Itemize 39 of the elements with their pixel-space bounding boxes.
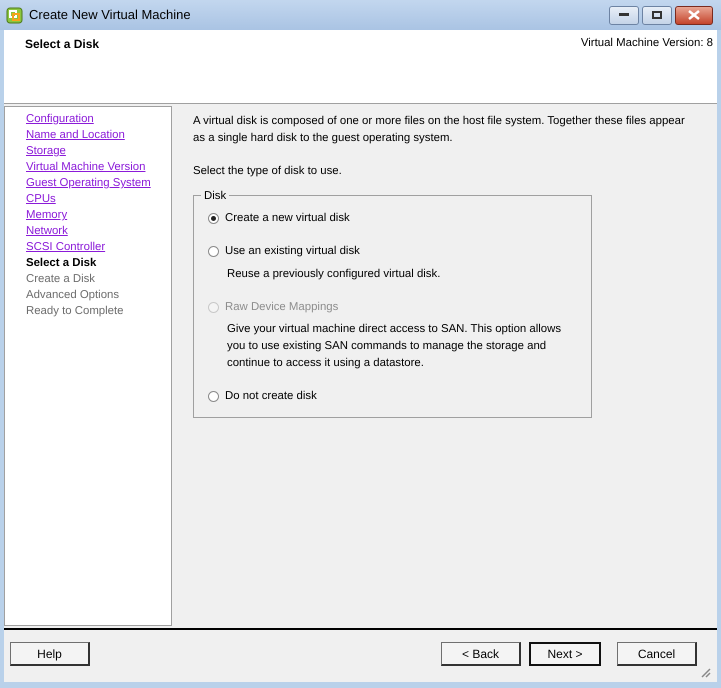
radio-label: Do not create disk (225, 389, 317, 404)
step-label: Ready to Complete (26, 304, 124, 319)
step-link[interactable]: Virtual Machine Version (26, 159, 146, 175)
option-description: Give your virtual machine direct access to SAN. This option allows you to use existing SAN commands to manage the storage and continue to access it using a datastore. (227, 322, 562, 371)
dialog-button[interactable]: Help (10, 642, 90, 666)
step-label: Select a Disk (26, 256, 96, 271)
dialog-button[interactable]: Next > (529, 642, 601, 666)
step-link[interactable]: Name and Location (26, 127, 125, 143)
page-title: Select a Disk (25, 36, 100, 53)
step-link[interactable]: Memory (26, 207, 68, 223)
step-link[interactable]: Guest Operating System (26, 175, 151, 191)
radio-button[interactable] (208, 391, 219, 402)
intro-text: A virtual disk is composed of one or more files on the host file system. Together these files appear as a single hard disk to the guest operating system. (193, 114, 686, 146)
version-label: Virtual Machine Version: 8 (580, 36, 713, 51)
radio-button[interactable] (208, 246, 219, 258)
minimize-button[interactable] (609, 6, 639, 24)
step-label: Advanced Options (26, 288, 120, 303)
maximize-icon (652, 11, 662, 19)
step-label: Create a Disk (26, 272, 96, 287)
dialog-button[interactable]: < Back (441, 642, 521, 666)
step-link[interactable]: Configuration (26, 111, 94, 127)
app-icon (6, 6, 23, 24)
resize-grip-icon[interactable] (699, 666, 711, 678)
maximize-button[interactable] (642, 6, 672, 24)
step-link[interactable]: Storage (26, 143, 66, 159)
step-link[interactable]: SCSI Controller (26, 239, 106, 255)
dialog-button[interactable]: Cancel (617, 642, 697, 666)
step-link[interactable]: CPUs (26, 191, 56, 207)
radio-label: Create a new virtual disk (225, 211, 350, 226)
radio-button[interactable] (208, 213, 219, 224)
close-button[interactable] (675, 6, 713, 24)
prompt-text: Select the type of disk to use. (193, 164, 343, 180)
window-title: Create New Virtual Machine (29, 6, 192, 24)
radio-label: Use an existing virtual disk (225, 244, 360, 260)
step-link[interactable]: Network (26, 223, 68, 239)
close-icon (688, 10, 700, 20)
option-description: Reuse a previously configured virtual disk. (227, 266, 442, 282)
minimize-icon (619, 13, 629, 17)
radio-label: Raw Device Mappings (225, 300, 338, 315)
